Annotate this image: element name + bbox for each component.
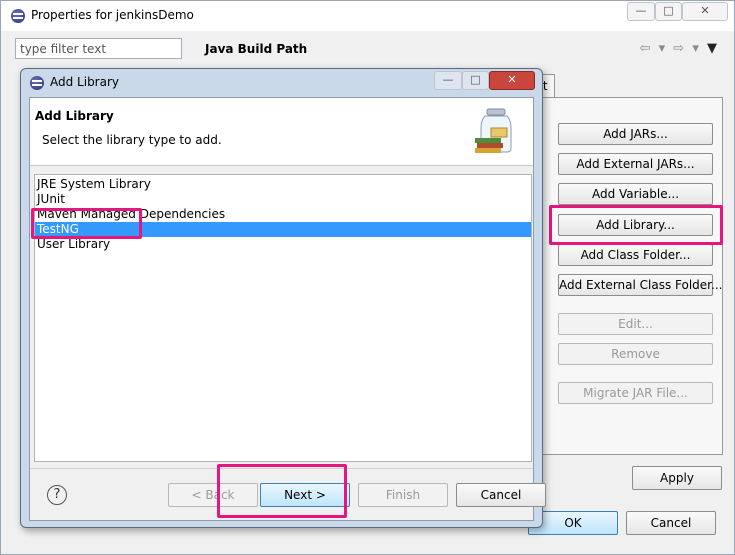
close-button[interactable]: ✕ — [682, 2, 728, 21]
dialog-title: Add Library — [50, 75, 120, 89]
add-library-dialog: Add Library — □ ✕ Add Library Select the… — [20, 68, 546, 528]
page-header: Java Build Path ⇦ ▾ ⇨ ▾ ▼ — [197, 35, 727, 65]
add-jars-button[interactable]: Add JARs... — [558, 123, 713, 145]
dialog-header: Add Library Select the library type to a… — [30, 98, 533, 166]
dialog-client: Add Library Select the library type to a… — [29, 97, 546, 521]
back-arrow-icon[interactable]: ⇦ ▾ — [640, 41, 668, 56]
list-item-maven-managed-dependencies[interactable]: Maven Managed Dependencies — [35, 207, 531, 222]
dialog-minimize-button[interactable]: — — [434, 71, 462, 90]
add-class-folder-button[interactable]: Add Class Folder... — [558, 244, 713, 266]
edit-button[interactable]: Edit... — [558, 313, 713, 335]
add-external-jars-button[interactable]: Add External JARs... — [558, 153, 713, 175]
minimize-button[interactable]: — — [627, 2, 655, 21]
apply-button[interactable]: Apply — [632, 466, 722, 490]
filter-input[interactable] — [15, 38, 182, 59]
list-item-jre-system-library[interactable]: JRE System Library — [35, 177, 531, 192]
back-button[interactable]: < Back — [168, 483, 258, 507]
dialog-separator — [30, 468, 533, 469]
add-library-button[interactable]: Add Library... — [558, 214, 713, 236]
help-icon[interactable]: ? — [47, 485, 67, 505]
remove-button[interactable]: Remove — [558, 343, 713, 365]
dialog-title-bar: Add Library — □ ✕ — [21, 69, 542, 97]
list-item-user-library[interactable]: User Library — [35, 237, 531, 252]
dialog-maximize-button[interactable]: □ — [462, 71, 489, 90]
cancel-button[interactable]: Cancel — [626, 511, 716, 535]
next-button[interactable]: Next > — [260, 483, 350, 507]
page-nav: ⇦ ▾ ⇨ ▾ ▼ — [640, 41, 719, 56]
finish-button[interactable]: Finish — [358, 483, 448, 507]
view-menu-icon[interactable]: ▼ — [707, 41, 719, 56]
window-title-bar: Properties for jenkinsDemo — □ ✕ — [1, 1, 734, 31]
dialog-description: Select the library type to add. — [42, 133, 222, 147]
dialog-cancel-button[interactable]: Cancel — [456, 483, 546, 507]
window-title: Properties for jenkinsDemo — [31, 8, 194, 22]
list-item-junit[interactable]: JUnit — [35, 192, 531, 207]
add-external-class-folder-button[interactable]: Add External Class Folder... — [558, 274, 722, 296]
maximize-button[interactable]: □ — [655, 2, 682, 21]
eclipse-icon — [30, 76, 44, 90]
forward-arrow-icon[interactable]: ⇨ ▾ — [673, 41, 701, 56]
add-variable-button[interactable]: Add Variable... — [558, 183, 713, 205]
list-item-testng[interactable]: TestNG — [35, 222, 531, 237]
library-type-list[interactable]: JRE System Library JUnit Maven Managed D… — [34, 174, 532, 462]
page-title: Java Build Path — [205, 42, 308, 56]
migrate-jar-button[interactable]: Migrate JAR File... — [558, 382, 713, 404]
library-jar-icon — [475, 108, 512, 153]
eclipse-icon — [11, 9, 25, 23]
dialog-heading: Add Library — [35, 109, 114, 123]
dialog-close-button[interactable]: ✕ — [489, 71, 535, 90]
